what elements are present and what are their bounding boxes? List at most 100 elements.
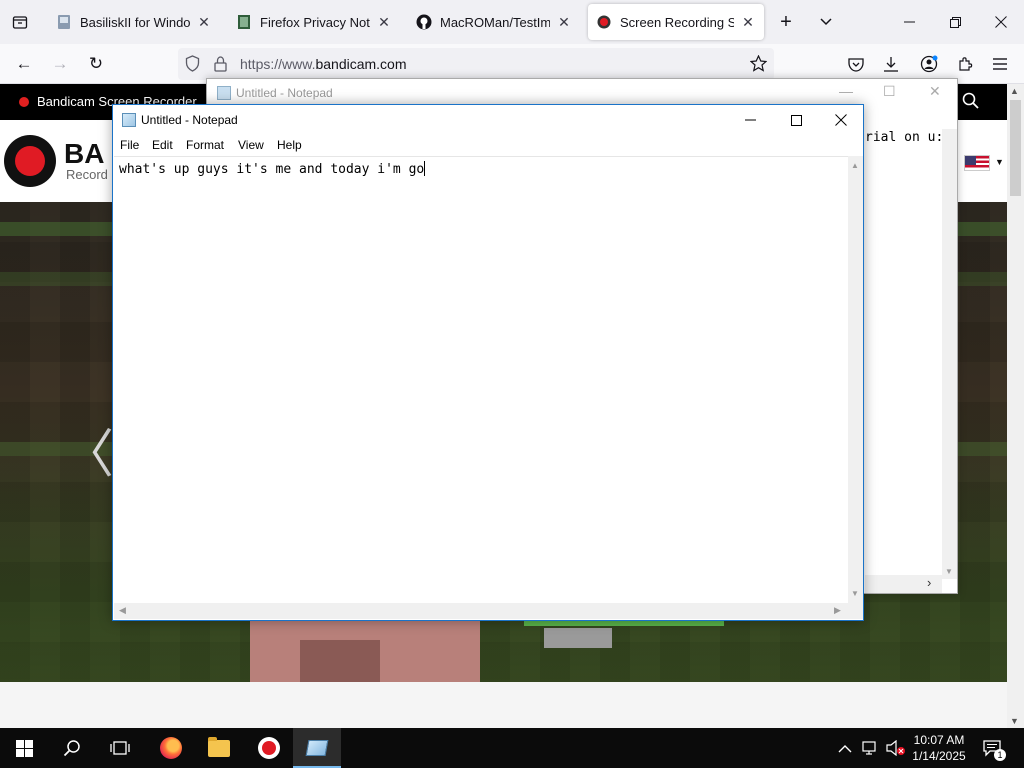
downloads-icon[interactable] xyxy=(877,50,905,78)
page-scroll-thumb[interactable] xyxy=(1010,100,1021,196)
close-icon[interactable]: ✕ xyxy=(929,83,941,100)
tab-title: Screen Recording Softw xyxy=(620,14,734,30)
close-icon[interactable] xyxy=(818,105,864,135)
notepad-back-vscrollbar[interactable]: ▼ xyxy=(942,129,957,579)
github-icon xyxy=(416,14,432,30)
clock-time: 10:07 AM xyxy=(913,733,965,747)
scroll-left-arrow-icon[interactable]: ◀ xyxy=(119,605,126,616)
us-flag-icon[interactable] xyxy=(964,155,990,171)
start-button[interactable] xyxy=(0,728,48,768)
text-caret xyxy=(424,161,426,176)
bandicam-record-icon xyxy=(258,737,280,759)
notepad-back-hscrollbar[interactable]: › xyxy=(865,575,942,593)
network-icon[interactable] xyxy=(862,728,880,768)
tray-chevron-up-icon[interactable] xyxy=(838,728,852,768)
tab-firefox-privacy[interactable]: Firefox Privacy Notice — ✕ xyxy=(228,4,400,40)
menu-edit[interactable]: Edit xyxy=(152,138,173,152)
action-center-icon[interactable] xyxy=(982,728,1002,768)
shield-icon[interactable] xyxy=(185,55,200,77)
scroll-up-arrow-icon[interactable]: ▲ xyxy=(851,161,859,170)
notepad-back-title: Untitled - Notepad xyxy=(236,86,333,100)
minimize-icon[interactable]: — xyxy=(839,83,853,99)
new-tab-icon[interactable]: + xyxy=(774,10,798,34)
taskbar-firefox[interactable] xyxy=(147,728,195,768)
notepad-hscrollbar[interactable]: ◀ ▶ xyxy=(114,603,848,619)
volume-muted-icon[interactable] xyxy=(886,728,906,768)
menu-view[interactable]: View xyxy=(238,138,264,152)
notepad-content: what's up guys it's me and today i'm go xyxy=(119,162,425,177)
notepad-app-icon xyxy=(217,86,231,100)
url-text[interactable]: https://www.bandicam.com xyxy=(240,56,407,72)
task-view-icon[interactable] xyxy=(96,728,144,768)
lock-icon[interactable] xyxy=(214,56,227,77)
minimize-window-icon[interactable] xyxy=(886,0,932,44)
page-scrollbar[interactable]: ▲ ▼ xyxy=(1007,84,1024,728)
taskbar-clock[interactable]: 10:07 AM 1/14/2025 xyxy=(908,732,970,764)
account-icon[interactable] xyxy=(915,50,943,78)
taskbar-notepad[interactable] xyxy=(293,728,341,768)
scroll-up-arrow-icon[interactable]: ▲ xyxy=(1010,86,1019,96)
taskbar-bandicam[interactable] xyxy=(245,728,293,768)
notepad-icon xyxy=(305,740,329,756)
forward-arrow-icon[interactable]: → xyxy=(46,50,74,78)
pocket-icon[interactable] xyxy=(842,50,870,78)
site-search-icon[interactable] xyxy=(962,92,979,114)
record-dot-icon xyxy=(19,97,29,107)
banner-prev-arrow-icon[interactable]: 〈 xyxy=(62,412,114,487)
tab-bandicam[interactable]: Screen Recording Softw ✕ xyxy=(588,4,764,40)
tab-github[interactable]: MacROMan/TestImage ✕ xyxy=(408,4,580,40)
tab-basiliskii[interactable]: BasiliskII for Windows - ✕ xyxy=(48,4,220,40)
app-file-icon xyxy=(56,14,72,30)
close-window-icon[interactable] xyxy=(978,0,1024,44)
resize-grip-icon[interactable] xyxy=(848,603,863,619)
close-tab-icon[interactable]: ✕ xyxy=(740,14,756,31)
bookmark-star-icon[interactable] xyxy=(749,54,768,77)
bandicam-logo-icon[interactable] xyxy=(4,135,56,187)
search-icon[interactable] xyxy=(48,728,96,768)
folder-icon xyxy=(208,736,230,757)
banner-character-shadow xyxy=(300,640,380,682)
close-tab-icon[interactable]: ✕ xyxy=(556,14,572,31)
notepad-title: Untitled - Notepad xyxy=(141,113,238,127)
language-caret-icon[interactable]: ▼ xyxy=(995,157,1004,167)
notepad-text-editor[interactable]: what's up guys it's me and today i'm go xyxy=(114,156,848,603)
notepad-vscrollbar[interactable]: ▲ ▼ xyxy=(848,156,863,603)
scroll-right-arrow-icon[interactable]: › xyxy=(927,575,931,590)
windows-logo-icon xyxy=(15,739,33,757)
taskbar-file-explorer[interactable] xyxy=(195,728,243,768)
back-arrow-icon[interactable]: ← xyxy=(10,50,38,78)
close-tab-icon[interactable]: ✕ xyxy=(376,14,392,31)
scroll-right-arrow-icon[interactable]: ▶ xyxy=(834,605,841,616)
windows-taskbar: 10:07 AM 1/14/2025 xyxy=(0,728,1024,768)
restore-window-icon[interactable] xyxy=(932,0,978,44)
firefox-doc-icon xyxy=(236,14,252,30)
maximize-icon[interactable] xyxy=(773,105,819,135)
scroll-down-arrow-icon[interactable]: ▼ xyxy=(945,567,953,576)
notepad-titlebar[interactable]: Untitled - Notepad xyxy=(113,105,863,135)
notepad-back-titlebar[interactable]: Untitled - Notepad — ☐ ✕ xyxy=(207,79,957,107)
browser-tab-strip: BasiliskII for Windows - ✕ Firefox Priva… xyxy=(0,0,1024,44)
scroll-down-arrow-icon[interactable]: ▼ xyxy=(851,589,859,598)
hamburger-menu-icon[interactable] xyxy=(986,50,1014,78)
menu-help[interactable]: Help xyxy=(277,138,302,152)
extensions-icon[interactable] xyxy=(951,50,979,78)
menu-format[interactable]: Format xyxy=(186,138,224,152)
reload-icon[interactable]: ↻ xyxy=(82,50,110,78)
notepad-menubar: File Edit Format View Help xyxy=(113,135,863,155)
site-logo-subtext: Record xyxy=(66,167,108,182)
close-tab-icon[interactable]: ✕ xyxy=(196,14,212,31)
scroll-down-arrow-icon[interactable]: ▼ xyxy=(1010,716,1019,726)
url-domain: bandicam.com xyxy=(315,56,407,72)
notepad-window[interactable]: Untitled - Notepad File Edit Format View… xyxy=(112,104,864,621)
tab-title: Firefox Privacy Notice — xyxy=(260,14,370,30)
maximize-icon[interactable]: ☐ xyxy=(883,83,896,100)
menu-file[interactable]: File xyxy=(120,138,139,152)
clock-date: 1/14/2025 xyxy=(912,749,966,763)
tab-title: BasiliskII for Windows - xyxy=(80,14,190,30)
minimize-icon[interactable] xyxy=(727,105,773,135)
notepad-back-text[interactable]: rial on u: xyxy=(865,130,943,145)
list-tabs-chevron-icon[interactable] xyxy=(814,10,838,34)
url-bar[interactable]: https://www.bandicam.com xyxy=(178,48,774,80)
site-logo-text[interactable]: BA xyxy=(64,138,104,170)
firefox-view-icon[interactable] xyxy=(8,10,32,34)
